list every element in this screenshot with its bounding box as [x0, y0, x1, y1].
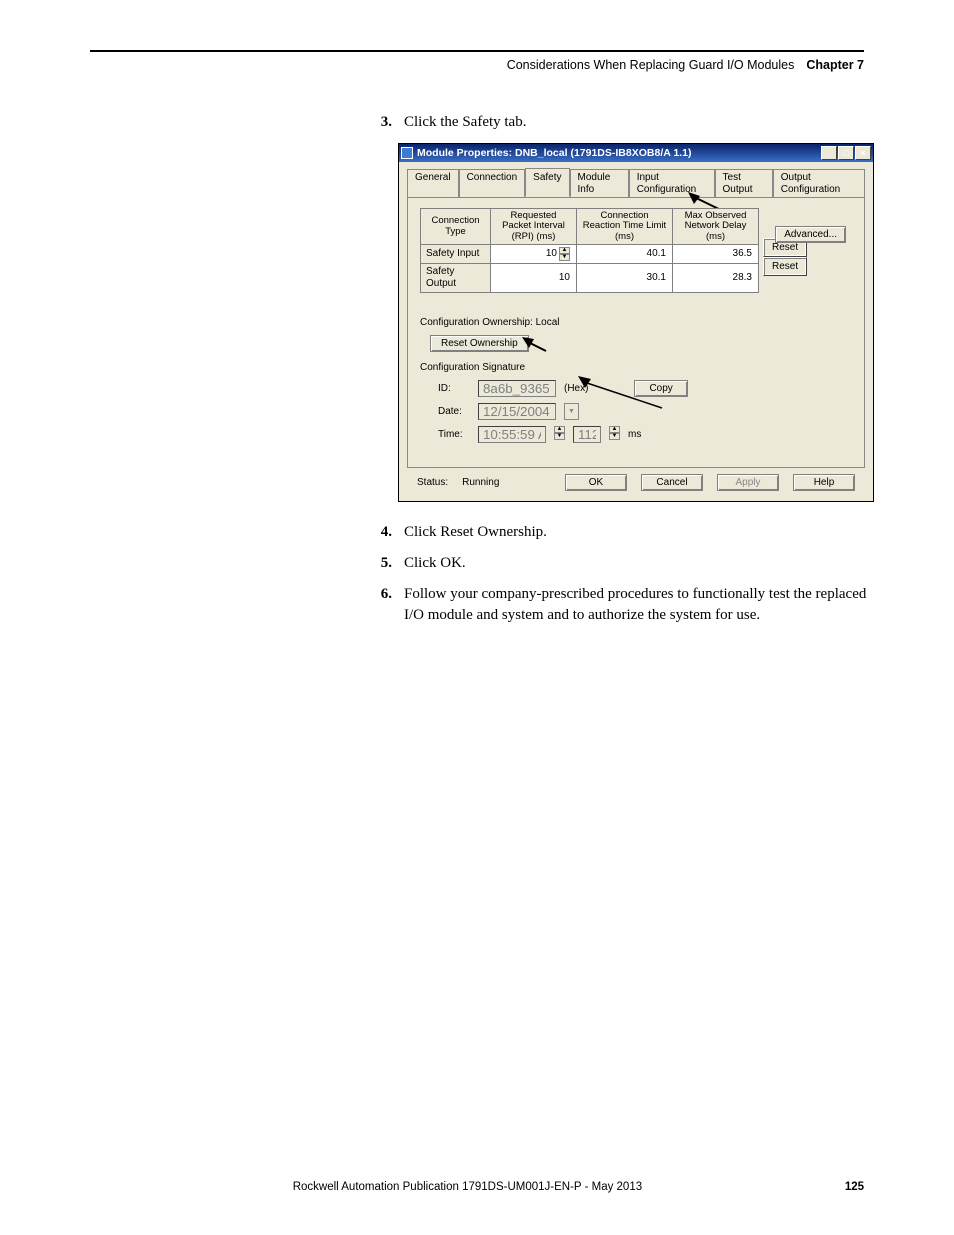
advanced-button[interactable]: Advanced... — [775, 226, 846, 243]
cell-safety-input-crtl: 40.1 — [577, 245, 673, 264]
table-row: Safety Output 10 30.1 28.3 — [421, 264, 759, 293]
minimize-button[interactable]: _ — [821, 146, 837, 160]
status-label: Status: — [417, 477, 448, 489]
signature-id-field — [478, 380, 556, 397]
maximize-button[interactable]: □ — [838, 146, 854, 160]
time-label: Time: — [438, 429, 470, 441]
cell-safety-input-mond: 36.5 — [673, 245, 759, 264]
step-3-text: Click the Safety tab. — [404, 112, 880, 133]
tab-output-configuration[interactable]: Output Configuration — [773, 169, 865, 198]
col-max-observed: Max Observed Network Delay (ms) — [673, 209, 759, 245]
col-rpi: Requested Packet Interval (RPI) (ms) — [491, 209, 577, 245]
date-dropdown-icon: ▼ — [564, 403, 579, 420]
header-section: Considerations When Replacing Guard I/O … — [507, 58, 795, 72]
signature-time-field — [478, 426, 546, 443]
apply-button[interactable]: Apply — [717, 474, 779, 491]
col-crtl: Connection Reaction Time Limit (ms) — [577, 209, 673, 245]
cell-safety-output-crtl: 30.1 — [577, 264, 673, 293]
footer-publication: Rockwell Automation Publication 1791DS-U… — [90, 1181, 845, 1193]
status-value: Running — [462, 477, 499, 489]
config-ownership-label: Configuration Ownership: Local — [420, 317, 852, 329]
cell-safety-input-rpi[interactable]: 10 ▲▼ — [491, 245, 577, 264]
step-6-number: 6. — [370, 584, 392, 626]
signature-ms-field — [573, 426, 601, 443]
dialog-title-bar[interactable]: Module Properties: DNB_local (1791DS-IB8… — [399, 144, 873, 162]
tab-general[interactable]: General — [407, 169, 459, 198]
close-button[interactable]: × — [855, 146, 871, 160]
table-row: Safety Input 10 ▲▼ 40.1 36.5 — [421, 245, 759, 264]
time-spinner: ▲▼ — [554, 426, 565, 443]
rpi-input-value: 10 — [546, 248, 557, 260]
dialog-title: Module Properties: DNB_local (1791DS-IB8… — [417, 147, 821, 160]
ms-label: ms — [628, 429, 641, 441]
header-rule — [90, 50, 864, 52]
header-chapter: Chapter 7 — [806, 58, 864, 72]
callout-arrow-reset-ownership — [522, 337, 552, 357]
ok-button[interactable]: OK — [565, 474, 627, 491]
config-signature-label: Configuration Signature — [420, 362, 852, 374]
col-connection-type: Connection Type — [421, 209, 491, 245]
page-footer: Rockwell Automation Publication 1791DS-U… — [0, 1181, 954, 1193]
step-4: 4. Click Reset Ownership. — [370, 522, 880, 543]
id-label: ID: — [438, 383, 470, 395]
date-label: Date: — [438, 406, 470, 418]
ms-spinner: ▲▼ — [609, 426, 620, 443]
connection-table: Connection Type Requested Packet Interva… — [420, 208, 759, 293]
step-5-text: Click OK. — [404, 553, 880, 574]
reset-ownership-button[interactable]: Reset Ownership — [430, 335, 529, 352]
rpi-spinner[interactable]: ▲▼ — [559, 247, 570, 261]
signature-time-row: Time: ▲▼ ▲▼ ms — [438, 426, 852, 443]
step-5-number: 5. — [370, 553, 392, 574]
cell-safety-input-label: Safety Input — [421, 245, 491, 264]
cell-safety-output-mond: 28.3 — [673, 264, 759, 293]
running-header: Considerations When Replacing Guard I/O … — [90, 58, 864, 72]
step-4-number: 4. — [370, 522, 392, 543]
step-3-number: 3. — [370, 112, 392, 133]
cancel-button[interactable]: Cancel — [641, 474, 703, 491]
signature-id-row: ID: (Hex) Copy — [438, 380, 852, 397]
signature-date-field — [478, 403, 556, 420]
safety-tab-panel: Connection Type Requested Packet Interva… — [407, 197, 865, 468]
dialog-footer: Status: Running OK Cancel Apply Help — [407, 468, 865, 491]
step-6: 6. Follow your company-prescribed proced… — [370, 584, 880, 626]
app-icon — [401, 147, 413, 159]
reset-output-delay-button[interactable]: Reset — [763, 257, 807, 276]
tab-safety[interactable]: Safety — [525, 168, 569, 197]
cell-safety-output-label: Safety Output — [421, 264, 491, 293]
callout-arrow-copy — [578, 376, 668, 416]
help-button[interactable]: Help — [793, 474, 855, 491]
module-properties-dialog: Module Properties: DNB_local (1791DS-IB8… — [398, 143, 874, 502]
footer-page-number: 125 — [845, 1181, 864, 1193]
step-6-text: Follow your company-prescribed procedure… — [404, 584, 880, 626]
tab-module-info[interactable]: Module Info — [570, 169, 629, 198]
tab-connection[interactable]: Connection — [459, 169, 526, 198]
cell-safety-output-rpi: 10 — [491, 264, 577, 293]
step-5: 5. Click OK. — [370, 553, 880, 574]
dialog-tabs: General Connection Safety Module Info In… — [407, 168, 865, 197]
step-4-text: Click Reset Ownership. — [404, 522, 880, 543]
step-3: 3. Click the Safety tab. — [370, 112, 880, 133]
